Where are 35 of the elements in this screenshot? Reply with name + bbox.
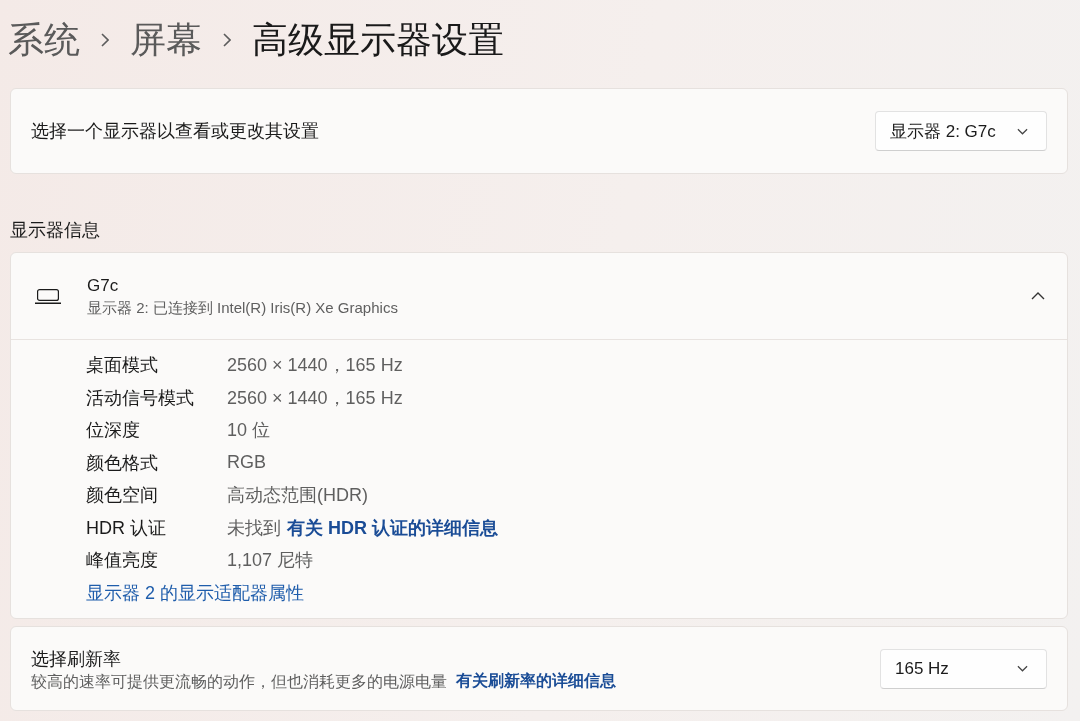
display-dropdown[interactable]: 显示器 2: G7c (875, 111, 1047, 151)
info-value: RGB (227, 452, 266, 474)
laptop-icon (35, 288, 61, 304)
breadcrumb-link[interactable]: 屏幕 (130, 20, 202, 60)
monitor-header[interactable]: G7c 显示器 2: 已连接到 Intel(R) Iris(R) Xe Graphics (11, 253, 1067, 340)
section-heading: 显示器信息 (10, 220, 100, 240)
refresh-rate-description: 较高的速率可提供更流畅的动作，但也消耗更多的电源电量 (31, 672, 447, 692)
breadcrumb-link[interactable]: 系统 (8, 20, 80, 60)
info-label: 桌面模式 (86, 354, 159, 378)
adapter-properties-link[interactable]: 显示器 2 的显示适配器属性 (86, 580, 304, 605)
info-value: 1,107 尼特 (227, 549, 314, 573)
refresh-rate-link[interactable]: 有关刷新率的详细信息 (456, 671, 616, 692)
chevron-right-icon (223, 33, 231, 47)
info-label: 活动信号模式 (86, 386, 195, 410)
info-value: 高动态范围(HDR) (227, 484, 368, 508)
chevron-up-icon[interactable] (1031, 292, 1045, 300)
info-value: 2560 × 1440，165 Hz (227, 386, 403, 410)
monitor-name: G7c (87, 274, 119, 297)
info-label: 颜色空间 (86, 484, 159, 508)
chevron-down-icon (1017, 665, 1028, 672)
details-link[interactable]: 有关 HDR 认证的详细信息 (287, 515, 498, 540)
display-select-label: 选择一个显示器以查看或更改其设置 (31, 120, 319, 143)
info-label: HDR 认证 (86, 516, 167, 540)
info-value: 10 位 (227, 419, 271, 443)
info-label: 位深度 (86, 419, 141, 443)
refresh-rate-dropdown[interactable]: 165 Hz (880, 648, 1047, 689)
info-value: 2560 × 1440，165 Hz (227, 354, 403, 378)
info-value: 未找到 (227, 516, 281, 540)
chevron-right-icon (101, 33, 109, 47)
page-title: 高级显示器设置 (252, 20, 504, 60)
chevron-down-icon (1017, 127, 1028, 135)
info-label: 峰值亮度 (86, 549, 159, 573)
info-label: 颜色格式 (86, 451, 159, 475)
monitor-connection: 显示器 2: 已连接到 Intel(R) Iris(R) Xe Graphics (87, 297, 398, 318)
refresh-rate-title: 选择刷新率 (31, 648, 121, 671)
